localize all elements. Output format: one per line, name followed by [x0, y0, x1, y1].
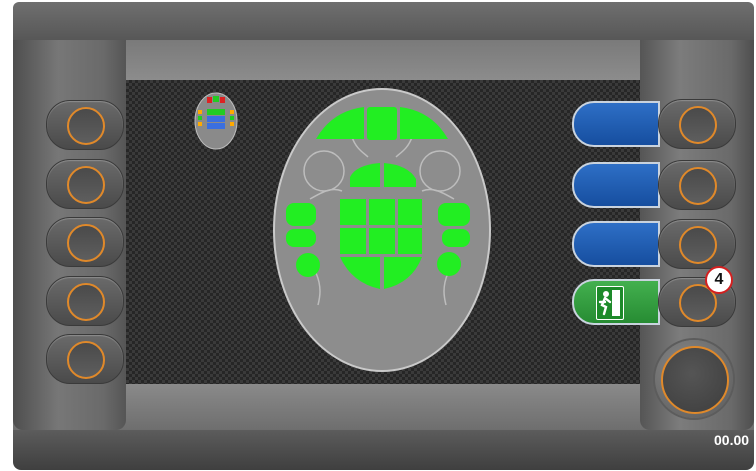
emergency-exit-icon	[596, 286, 624, 320]
zone-body-r2c1[interactable]	[340, 228, 366, 254]
zone-right-1[interactable]	[438, 203, 470, 226]
zone-left-1[interactable]	[286, 203, 316, 226]
zone-body-r2c2[interactable]	[369, 228, 395, 254]
timer-readout: 00.00	[714, 432, 750, 448]
step-badge: 4	[705, 266, 733, 294]
left-softkey-5[interactable]	[46, 334, 124, 384]
exit-key[interactable]	[572, 279, 660, 325]
zone-top-center[interactable]	[367, 107, 397, 140]
menu-key-3[interactable]	[572, 221, 660, 267]
top-frame	[13, 2, 754, 40]
button-ring-icon	[679, 167, 717, 205]
left-softkey-2[interactable]	[46, 159, 124, 209]
right-softkey-3[interactable]	[658, 219, 736, 269]
mini-bug-diagram-icon	[194, 92, 238, 150]
button-ring-icon	[679, 106, 717, 144]
left-softkey-1[interactable]	[46, 100, 124, 150]
zone-body-r1c3[interactable]	[398, 199, 422, 225]
zone-right-3[interactable]	[437, 252, 461, 276]
knob-ring	[661, 346, 729, 414]
right-softkey-2[interactable]	[658, 160, 736, 210]
button-ring-icon	[67, 283, 105, 321]
menu-key-2[interactable]	[572, 162, 660, 208]
menu-key-1[interactable]	[572, 101, 660, 147]
rotary-knob[interactable]	[655, 340, 733, 418]
bottom-frame	[13, 430, 754, 470]
zone-body-r1c1[interactable]	[340, 199, 366, 225]
zone-body-r1c2[interactable]	[369, 199, 395, 225]
device-panel: 00.00 4	[0, 0, 756, 471]
zone-left-2[interactable]	[286, 229, 316, 247]
button-ring-icon	[67, 341, 105, 379]
right-softkey-1[interactable]	[658, 99, 736, 149]
zone-body-r2c3[interactable]	[398, 228, 422, 254]
button-ring-icon	[67, 224, 105, 262]
zone-right-2[interactable]	[442, 229, 470, 247]
zone-left-3[interactable]	[296, 253, 320, 277]
button-ring-icon	[67, 166, 105, 204]
left-softkey-4[interactable]	[46, 276, 124, 326]
display-screen: 00.00	[126, 80, 749, 448]
left-softkey-3[interactable]	[46, 217, 124, 267]
button-ring-icon	[679, 226, 717, 264]
button-ring-icon	[67, 107, 105, 145]
bug-zone-diagram	[273, 88, 491, 372]
